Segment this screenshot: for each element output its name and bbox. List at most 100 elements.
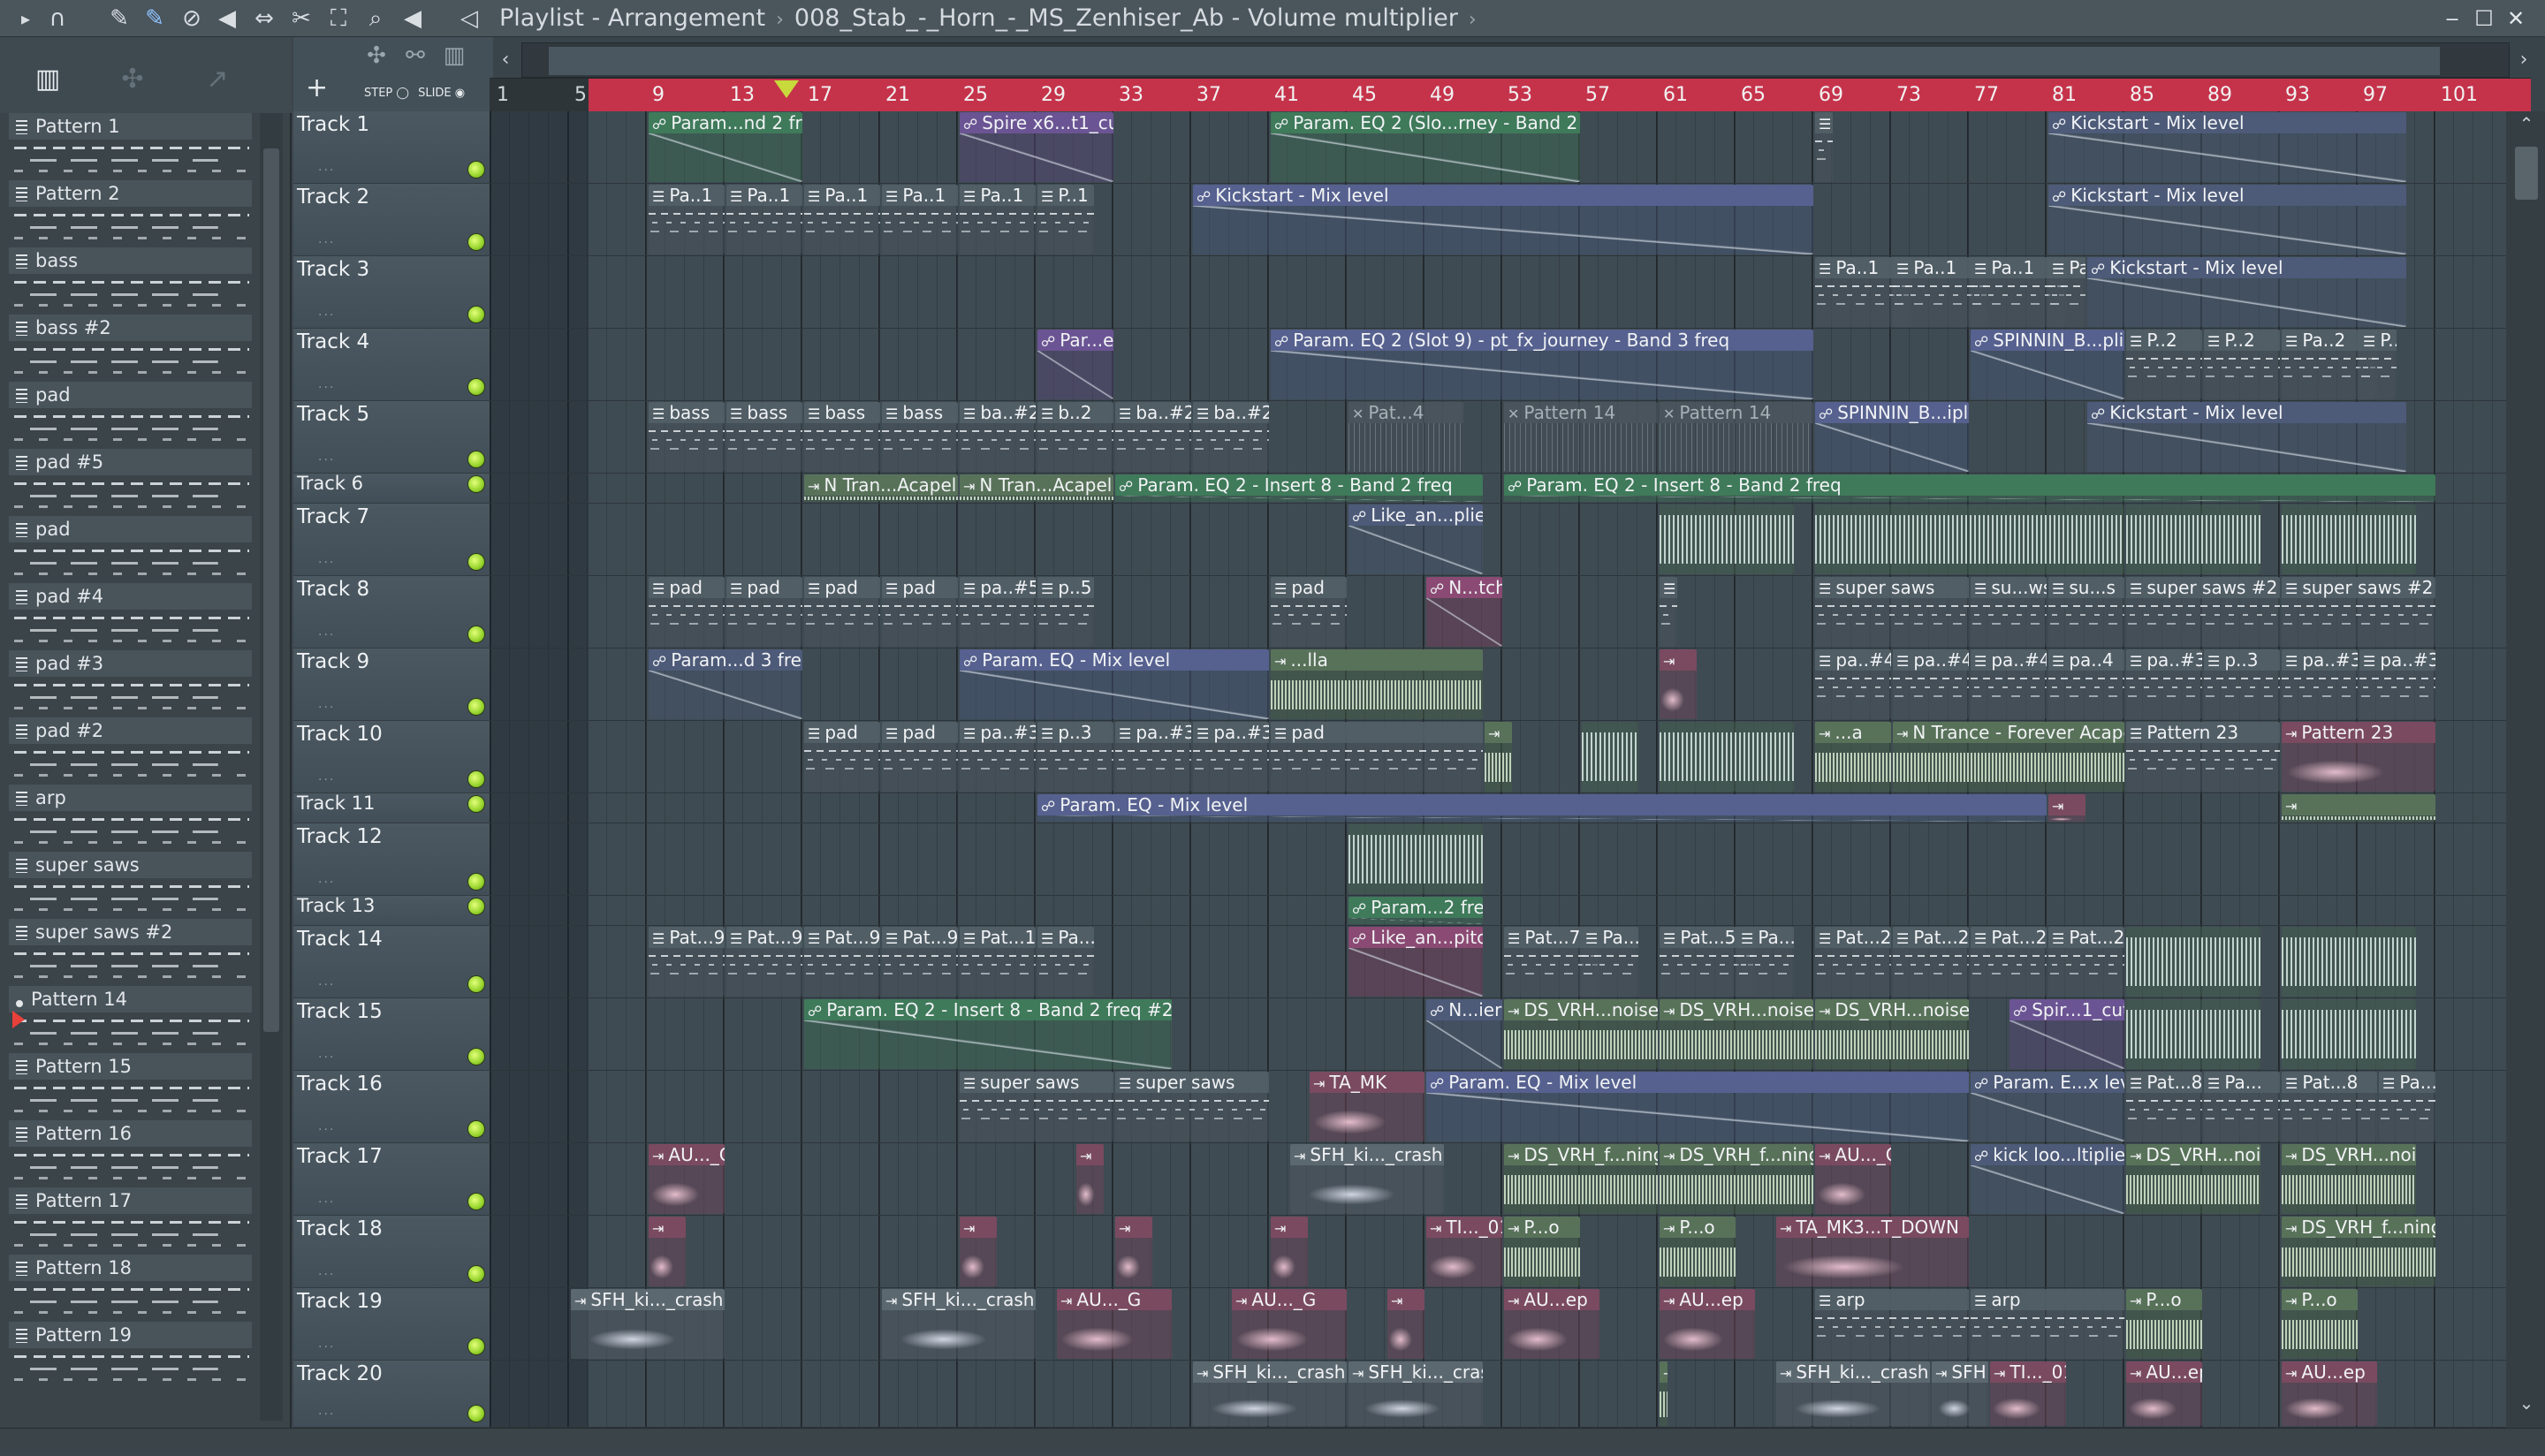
playlist-clip[interactable]: su...s [2048,577,2124,647]
playlist-clip[interactable] [1348,824,1483,894]
track-name[interactable]: Track 15 [297,1000,383,1023]
track-grip-icon[interactable]: ··· [318,701,335,715]
playlist-clip[interactable]: Pat...2 [1815,927,1891,997]
playlist-clip[interactable]: Spir...1_cut [2009,999,2124,1069]
track-name[interactable]: Track 20 [297,1362,383,1385]
scroll-left-button[interactable]: ‹ [493,42,518,78]
playlist-clip[interactable]: N...tch [1426,577,1502,647]
track-name[interactable]: Track 18 [297,1217,383,1240]
playlist-clip[interactable]: AU...ep [2282,1361,2377,1426]
track-name[interactable]: Track 12 [297,825,383,848]
track-grip-icon[interactable]: ··· [318,1340,335,1354]
playlist-clip[interactable]: Pa... [2379,1072,2435,1141]
slip-icon[interactable]: ⇔ [251,5,277,32]
track-name[interactable]: Track 4 [297,330,369,353]
playlist-clip[interactable]: pad [804,577,880,647]
playlist-clip[interactable] [1115,1217,1152,1286]
track-header[interactable]: Track 13 [293,895,490,926]
playlist-clip[interactable]: Param...nd 2 freq [649,112,802,182]
playlist-clip[interactable]: pa..#4 [1971,649,2047,719]
playlist-clip[interactable]: ba..#2 [960,402,1036,472]
playlist-clip[interactable]: b..2 [1037,402,1113,472]
playlist-clip[interactable]: DS_VRH_f...ning [1660,1144,1813,1214]
playlist-clip[interactable]: Spire x6...t1_cut [960,112,1113,182]
playlist-clip[interactable]: super saws #2 [2282,577,2435,647]
playlist-clip[interactable]: pad [882,722,958,792]
track-mute-led-icon[interactable] [468,307,484,322]
playlist-clip[interactable]: pad [1271,577,1347,647]
track-grip-icon[interactable]: ··· [318,628,335,642]
playlist-clip[interactable] [2126,927,2260,997]
track-header[interactable]: Track 18 ··· [293,1216,490,1288]
playlist-clip[interactable]: AU..._G [649,1144,725,1214]
playlist-clip[interactable]: Like_an...pitch [1348,927,1483,997]
pattern-item[interactable]: Pattern 18 [9,1255,252,1322]
pattern-item[interactable]: bass [9,247,252,315]
playlist-clip[interactable]: pa..#4 [1893,649,1969,719]
pattern-item[interactable]: Pattern 2 [9,180,252,247]
playlist-clip[interactable]: ba..#2 [1193,402,1269,472]
track-name[interactable]: Track 17 [297,1145,383,1168]
track-name[interactable]: Track 16 [297,1073,383,1096]
track-mute-led-icon[interactable] [468,476,484,492]
playlist-clip[interactable] [1660,1361,1668,1426]
playlist-clip[interactable]: Pat...4 [1348,402,1463,472]
track-mute-led-icon[interactable] [468,899,484,914]
playlist-clip[interactable]: DS_VRH...noise [1504,999,1658,1069]
playlist-clip[interactable]: Pat...2 [1893,927,1969,997]
track-grip-icon[interactable]: ··· [318,1123,335,1137]
playlist-clip[interactable]: pad [726,577,802,647]
playlist-clip[interactable]: DS_VRH...noise [1815,999,1969,1069]
track-name[interactable]: Track 3 [297,258,369,281]
track-grip-icon[interactable]: ··· [318,308,335,322]
playlist-clip[interactable] [1660,722,1794,792]
track-header[interactable]: Track 20 ··· [293,1361,490,1428]
playlist-clip[interactable]: super saws #2 [2126,577,2280,647]
delete-icon[interactable]: ⊘ [179,5,205,32]
playlist-clip[interactable]: Pa..1 [882,185,958,254]
playlist-clip[interactable]: Param. E...x level [1971,1072,2124,1141]
playlist-clip[interactable]: Kickstart - Mix level [2087,257,2406,327]
track-name[interactable]: Track 1 [297,113,369,136]
breadcrumb-target[interactable]: 008_Stab_-_Horn_-_MS_Zenhiser_Ab - Volum… [794,4,1458,32]
track-header[interactable]: Track 8 ··· [293,576,490,648]
playlist-clip[interactable]: kick loo...ltiplier [1971,1144,2124,1214]
playlist-clip[interactable]: Pattern 23 [2282,722,2435,792]
speaker-icon[interactable]: ◁ [456,5,482,32]
playlist-clip[interactable]: Pat...8 [2126,1072,2202,1141]
piano-roll-icon[interactable]: ▥ [30,62,65,97]
playlist-clip[interactable]: SFH_ki..._crash [1776,1361,1930,1426]
add-track-button[interactable]: + [306,72,328,103]
playlist-clip[interactable]: Param. EQ 2 (Slot 9) - pt_fx_journey - B… [1271,330,1813,399]
track-name[interactable]: Track 9 [297,650,369,673]
playlist-clip[interactable] [1815,112,1833,182]
playlist-clip[interactable]: AU..._G [1232,1289,1347,1359]
playlist-clip[interactable]: P...o [1504,1217,1580,1286]
playlist-clip[interactable]: bass [804,402,880,472]
playlist-clip[interactable]: Pa... [1037,927,1094,997]
playlist-clip[interactable]: arp [1971,1289,2124,1359]
track-mute-led-icon[interactable] [468,379,484,395]
playlist-clip[interactable]: pa..#3 [960,722,1036,792]
playlist-clip[interactable] [1271,1217,1308,1286]
playlist-clip[interactable]: arp [1815,1289,1969,1359]
track-mute-led-icon[interactable] [468,771,484,787]
track-mute-led-icon[interactable] [468,451,484,467]
track-header[interactable]: Track 12 ··· [293,823,490,896]
track-mute-led-icon[interactable] [468,1266,484,1282]
pencil-icon[interactable]: ✎ [106,5,133,32]
pattern-item[interactable]: arp [9,785,252,852]
playlist-clip[interactable] [1582,722,1638,792]
scrollbar-thumb[interactable] [263,148,279,1032]
playlist-clip[interactable]: SFH_ki..._crash [571,1289,725,1359]
scrollbar-thumb[interactable] [2515,147,2538,200]
pattern-item[interactable]: pad [9,516,252,583]
track-header[interactable]: Track 16 ··· [293,1071,490,1143]
track-header[interactable]: Track 7 ··· [293,504,490,576]
playlist-clip[interactable]: Pat...2 [2048,927,2124,997]
playlist-clip[interactable]: Param. EQ 2 - Insert 8 - Band 2 freq #2 [804,999,1172,1069]
playlist-clip[interactable]: AU...ep [1660,1289,1755,1359]
playlist-clip[interactable] [2126,504,2260,574]
track-header[interactable]: Track 19 ··· [293,1288,490,1361]
mute-icon[interactable]: ◀ [214,5,240,32]
